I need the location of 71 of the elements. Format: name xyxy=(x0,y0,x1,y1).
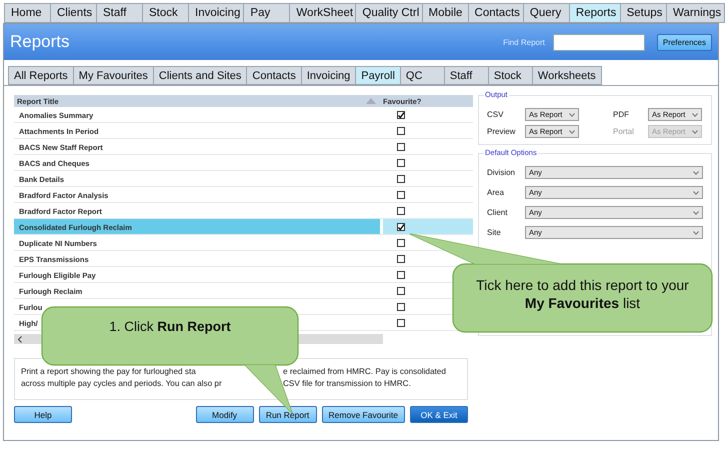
report-category-tab[interactable]: QC xyxy=(400,66,444,85)
favourite-checkbox[interactable] xyxy=(397,174,405,182)
favourite-checkbox[interactable] xyxy=(397,126,405,134)
report-category-tab[interactable]: Stock xyxy=(488,66,532,85)
sort-arrow-icon xyxy=(366,98,376,104)
report-category-tab[interactable]: Clients and Sites xyxy=(152,66,246,85)
favourite-checkbox[interactable] xyxy=(397,254,405,262)
field-label: Site xyxy=(487,228,502,237)
field-label: PDF xyxy=(613,110,629,119)
favourite-checkbox[interactable] xyxy=(397,286,405,294)
field-label: Preview xyxy=(487,127,516,136)
nav-tab[interactable]: Staff xyxy=(96,3,142,23)
dropdown-caret-icon xyxy=(692,112,698,116)
nav-tab[interactable]: Pay xyxy=(243,3,290,23)
favourite-checkbox[interactable] xyxy=(397,190,405,198)
callout-text: 1. Click Run Report xyxy=(108,318,232,336)
nav-tab[interactable]: Invoicing xyxy=(188,3,244,23)
dropdown-caret-icon xyxy=(569,112,575,116)
favourite-checkbox[interactable] xyxy=(397,142,405,150)
description-text: e reclaimed from HMRC. Pay is consolidated xyxy=(283,366,447,378)
favourite-checkbox[interactable] xyxy=(397,110,405,118)
favourite-checkbox[interactable] xyxy=(397,158,405,166)
dropdown-caret-icon xyxy=(569,130,575,134)
description-text: across multiple pay cycles and periods. You can also pr xyxy=(21,378,223,390)
nav-tab[interactable]: Quality Ctrl xyxy=(355,3,422,23)
scroll-left-icon[interactable] xyxy=(17,336,23,342)
preferences-button[interactable]: Preferences xyxy=(656,34,712,50)
nav-tab[interactable]: Home xyxy=(4,3,50,23)
dropdown-caret-icon xyxy=(692,130,698,134)
nav-tab[interactable]: Warnings xyxy=(666,3,725,23)
nav-tab[interactable]: Stock xyxy=(142,3,188,23)
dropdown-caret-icon xyxy=(693,170,699,174)
nav-tab[interactable]: WorkSheet xyxy=(289,3,356,23)
dropdown-caret-icon xyxy=(693,190,699,194)
callout-text: Tick here to add this report to your My Favourites list xyxy=(475,276,690,312)
report-category-tab[interactable]: Worksheets xyxy=(532,66,602,85)
nav-tab[interactable]: Mobile xyxy=(422,3,468,23)
favourite-checkbox[interactable] xyxy=(397,270,405,278)
find-report-field[interactable] xyxy=(552,34,645,50)
report-category-tab[interactable]: My Favourites xyxy=(72,66,153,85)
nav-tab[interactable]: Contacts xyxy=(468,3,523,23)
field-label: Client xyxy=(487,208,508,217)
action-button[interactable]: Remove Favourite xyxy=(322,406,405,423)
action-button[interactable]: OK & Exit xyxy=(410,406,468,423)
field-label: Area xyxy=(487,188,505,197)
nav-tab[interactable]: Query xyxy=(522,3,569,23)
nav-tab[interactable]: Reports xyxy=(568,3,620,23)
action-button[interactable]: Help xyxy=(14,406,72,423)
description-text: Print a report showing the pay for furloughed sta xyxy=(21,366,197,378)
favourite-checkbox[interactable] xyxy=(397,206,405,214)
favourite-checkbox[interactable] xyxy=(397,238,405,246)
dropdown-caret-icon xyxy=(693,230,699,234)
report-category-tab[interactable]: All Reports xyxy=(8,66,73,85)
favourite-checkbox[interactable] xyxy=(397,222,405,230)
field-label: Portal xyxy=(613,127,634,136)
action-button[interactable]: Modify xyxy=(196,406,254,423)
favourite-checkbox[interactable] xyxy=(397,318,405,326)
report-category-tab[interactable]: Payroll xyxy=(355,66,400,85)
description-text: CSV file for transmission to HMRC. xyxy=(283,378,412,390)
report-category-tab[interactable]: Invoicing xyxy=(300,66,356,85)
field-label: CSV xyxy=(487,110,504,119)
dropdown-caret-icon xyxy=(693,210,699,214)
favourite-checkbox[interactable] xyxy=(397,302,405,310)
action-button[interactable]: Run Report xyxy=(258,406,317,423)
field-label: Division xyxy=(487,168,516,177)
nav-tab[interactable]: Clients xyxy=(50,3,96,23)
page-title: Reports xyxy=(10,32,71,52)
nav-tab[interactable]: Setups xyxy=(620,3,666,23)
find-report-label: Find Report xyxy=(503,38,545,46)
report-category-tab[interactable]: Staff xyxy=(444,66,488,85)
report-category-tab[interactable]: Contacts xyxy=(246,66,301,85)
